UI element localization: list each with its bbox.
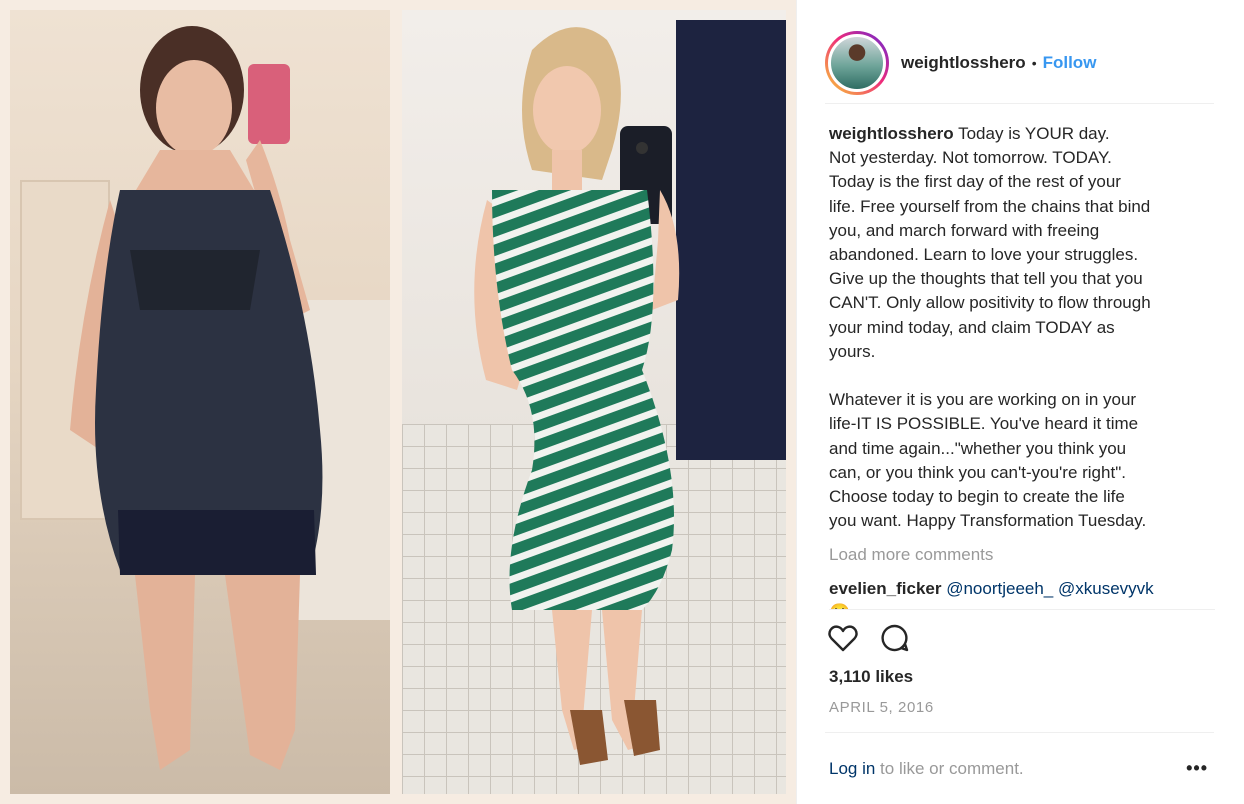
comment-mention[interactable]: @xkusevyvk xyxy=(1058,579,1154,598)
caption-text: Today is YOUR day. Not yesterday. Not to… xyxy=(829,124,1151,531)
like-button[interactable] xyxy=(827,622,859,654)
comments-area[interactable]: weightlosshero Today is YOUR day. Not ye… xyxy=(829,122,1215,610)
comment-item: evelien_ficker @noortjeeeh_ @xkusevyvk xyxy=(829,577,1215,601)
post-date: APRIL 5, 2016 xyxy=(829,699,934,716)
header-text: weightlosshero • Follow xyxy=(901,53,1096,73)
likes-count[interactable]: 3,110 likes xyxy=(829,667,913,687)
comment-button[interactable] xyxy=(879,622,911,654)
comment-username[interactable]: evelien_ficker xyxy=(829,579,941,598)
post-photo[interactable] xyxy=(0,0,796,804)
post-footer: Log in to like or comment. ••• xyxy=(825,732,1214,804)
separator-dot: • xyxy=(1031,54,1037,71)
login-prompt-text: to like or comment. xyxy=(875,758,1024,778)
post-header: weightlosshero • Follow xyxy=(825,22,1214,104)
avatar-image xyxy=(828,33,886,92)
comment-mention[interactable]: @noortjeeeh_ xyxy=(946,579,1053,598)
more-options-icon[interactable]: ••• xyxy=(1186,758,1208,779)
login-link[interactable]: Log in xyxy=(829,759,875,778)
caption-username[interactable]: weightlosshero xyxy=(829,124,954,143)
comment-bubble-icon xyxy=(881,624,909,652)
load-more-comments-button[interactable]: Load more comments xyxy=(829,545,1215,565)
action-bar xyxy=(827,622,911,654)
login-prompt: Log in to like or comment. xyxy=(829,759,1024,779)
after-person-illustration xyxy=(474,27,680,765)
username-link[interactable]: weightlosshero xyxy=(901,53,1026,73)
after-photo xyxy=(402,10,786,794)
before-person-illustration xyxy=(70,26,323,770)
comment-text: 🙄 wow xyxy=(829,601,1215,609)
post-sidebar: weightlosshero • Follow weightlosshero T… xyxy=(796,0,1244,804)
avatar[interactable] xyxy=(825,30,889,95)
heart-icon xyxy=(828,625,858,652)
follow-button[interactable]: Follow xyxy=(1043,53,1097,73)
before-photo xyxy=(10,10,390,794)
caption: weightlosshero Today is YOUR day. Not ye… xyxy=(829,122,1215,533)
